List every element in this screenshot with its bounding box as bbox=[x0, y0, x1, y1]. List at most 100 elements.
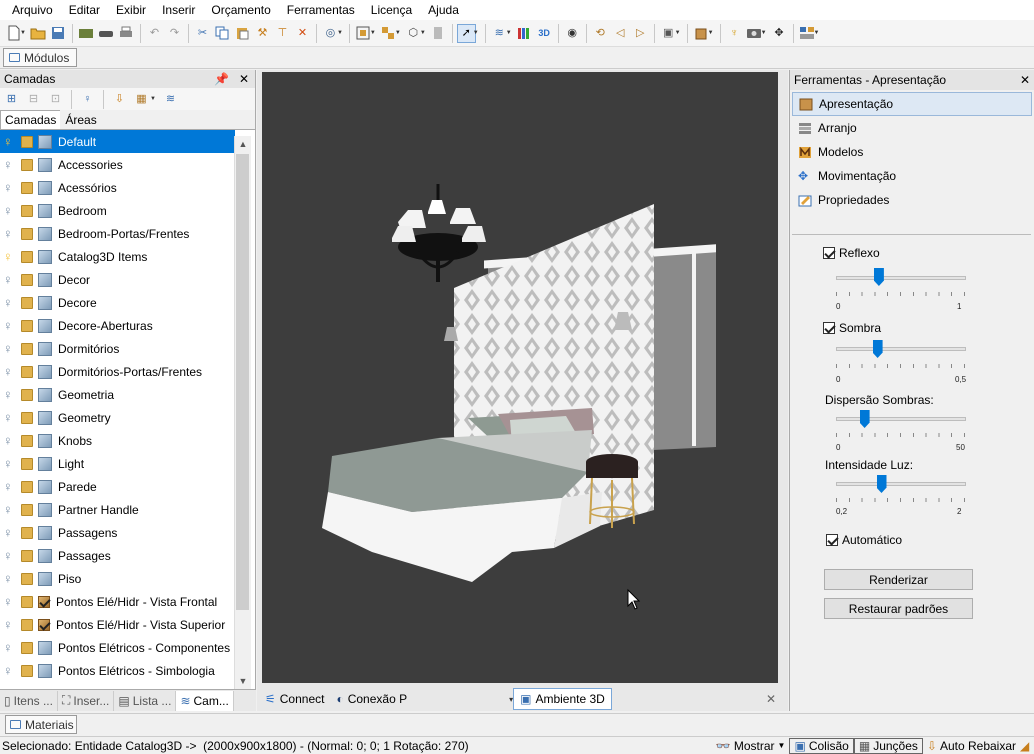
copy-icon[interactable] bbox=[213, 24, 232, 43]
restore-defaults-button[interactable]: Restaurar padrões bbox=[824, 598, 973, 619]
lock-icon[interactable] bbox=[21, 204, 33, 217]
colisao-toggle[interactable]: ▣ Colisão bbox=[789, 737, 854, 754]
lock-icon[interactable] bbox=[21, 572, 33, 585]
light-bulb-icon[interactable]: ♀ bbox=[3, 364, 16, 380]
lock-icon[interactable] bbox=[21, 641, 33, 654]
cut-icon[interactable]: ✂ bbox=[193, 24, 212, 43]
light-bulb-icon[interactable]: ♀ bbox=[3, 433, 16, 449]
tool-movimentacao[interactable]: ✥ Movimentação bbox=[792, 164, 1032, 188]
layer-row[interactable]: ♀ Knobs bbox=[0, 429, 235, 452]
lock-icon[interactable] bbox=[21, 480, 33, 493]
menu-orcamento[interactable]: Orçamento bbox=[203, 0, 278, 20]
redo-icon[interactable]: ↷ bbox=[165, 24, 184, 43]
reflexo-checkbox[interactable]: Reflexo bbox=[823, 246, 880, 260]
layer-row[interactable]: ♀ Piso bbox=[0, 567, 235, 590]
lock-icon[interactable] bbox=[21, 457, 33, 470]
lock-icon[interactable] bbox=[21, 664, 33, 677]
sort-down-icon[interactable]: ⇩ bbox=[110, 90, 129, 109]
layer-row[interactable]: ♀ Geometria bbox=[0, 383, 235, 406]
save-icon[interactable] bbox=[49, 24, 68, 43]
tab-inser[interactable]: ⛶ Inser... bbox=[58, 690, 115, 711]
menu-ferramentas[interactable]: Ferramentas bbox=[279, 0, 363, 20]
lock-icon[interactable] bbox=[21, 388, 33, 401]
hammer-icon[interactable]: ⚒ bbox=[253, 24, 272, 43]
layer-row[interactable]: ♀ Dormitórios-Portas/Frentes bbox=[0, 360, 235, 383]
light-bulb-icon[interactable]: ♀ bbox=[3, 410, 16, 426]
layer-row[interactable]: ♀ Dormitórios bbox=[0, 337, 235, 360]
scroll-down-icon[interactable]: ▼ bbox=[235, 673, 251, 689]
lock-icon[interactable] bbox=[21, 526, 33, 539]
sombra-checkbox[interactable]: Sombra bbox=[823, 321, 881, 335]
render-button[interactable]: Renderizar bbox=[824, 569, 973, 590]
tab-camadas[interactable]: Camadas bbox=[0, 110, 62, 129]
add-layer-icon[interactable]: ⊞ bbox=[2, 90, 21, 109]
layer-row[interactable]: ♀ Pontos Elé/Hidr - Vista Superior bbox=[0, 613, 235, 636]
layer-row[interactable]: ♀ Passages bbox=[0, 544, 235, 567]
viewport-3d[interactable] bbox=[262, 72, 778, 683]
car-icon[interactable] bbox=[97, 24, 116, 43]
bundle-icon[interactable] bbox=[77, 24, 96, 43]
undo-icon[interactable]: ↶ bbox=[145, 24, 164, 43]
lock-icon[interactable] bbox=[21, 411, 33, 424]
light-bulb-icon[interactable]: ♀ bbox=[3, 640, 16, 656]
layer-row[interactable]: ♀ Bedroom bbox=[0, 199, 235, 222]
light-bulb-icon[interactable]: ♀ bbox=[3, 387, 16, 403]
lock-icon[interactable] bbox=[21, 434, 33, 447]
light-bulb-icon[interactable]: ♀ bbox=[3, 272, 16, 288]
layer-row[interactable]: ♀ Parede bbox=[0, 475, 235, 498]
scroll-up-icon[interactable]: ▲ bbox=[235, 136, 251, 152]
print-icon[interactable] bbox=[117, 24, 136, 43]
tool-modelos[interactable]: Modelos bbox=[792, 140, 1032, 164]
menu-editar[interactable]: Editar bbox=[61, 0, 108, 20]
light-bulb-icon[interactable]: ♀ bbox=[3, 341, 16, 357]
light-bulb-icon[interactable]: ♀ bbox=[3, 594, 16, 610]
layers-settings-icon[interactable]: ≋ bbox=[161, 90, 180, 109]
arrow-right-icon[interactable]: ▷ bbox=[631, 24, 650, 43]
light-bulb-icon[interactable]: ♀ bbox=[3, 295, 16, 311]
layer-row[interactable]: ♀ Passagens bbox=[0, 521, 235, 544]
open-folder-icon[interactable] bbox=[29, 24, 48, 43]
lock-icon[interactable] bbox=[21, 158, 33, 171]
layer-row[interactable]: ♀ Catalog3D Items bbox=[0, 245, 235, 268]
remove-layer-icon[interactable]: ⊟ bbox=[24, 90, 43, 109]
auto-rebaixar-toggle[interactable]: ⇩ Auto Rebaixar bbox=[923, 738, 1020, 754]
light-bulb-icon[interactable]: ♀ bbox=[78, 90, 97, 109]
menu-ajuda[interactable]: Ajuda bbox=[420, 0, 467, 20]
automatico-checkbox[interactable]: Automático bbox=[826, 533, 902, 547]
cross-tool-icon[interactable]: ✕ bbox=[293, 24, 312, 43]
lock-icon[interactable] bbox=[21, 273, 33, 286]
close-icon[interactable]: ✕ bbox=[239, 72, 249, 86]
lock-icon[interactable] bbox=[21, 549, 33, 562]
paint-roller-icon[interactable]: ⊤ bbox=[273, 24, 292, 43]
paste-icon[interactable] bbox=[233, 24, 252, 43]
tab-lista[interactable]: ▤ Lista ... bbox=[114, 690, 177, 711]
layer-row[interactable]: ♀ Light bbox=[0, 452, 235, 475]
box-layer-icon[interactable]: ▦ bbox=[132, 90, 151, 109]
light-bulb-icon[interactable]: ♀ bbox=[3, 479, 16, 495]
lock-icon[interactable] bbox=[21, 595, 33, 608]
view-3d-icon[interactable]: 3D bbox=[535, 24, 554, 43]
lock-icon[interactable] bbox=[21, 503, 33, 516]
light-bulb-icon[interactable]: ♀ bbox=[3, 502, 16, 518]
light-bulb-icon[interactable]: ♀ bbox=[3, 617, 16, 633]
light-bulb-icon[interactable]: ♀ bbox=[3, 157, 16, 173]
layer-row[interactable]: ♀ Partner Handle bbox=[0, 498, 235, 521]
light-bulb-icon[interactable]: ♀ bbox=[3, 548, 16, 564]
tab-conexao[interactable]: ◐ Conexão P bbox=[330, 688, 413, 710]
light-bulb-icon[interactable]: ♀ bbox=[3, 249, 16, 265]
rotate-icon[interactable]: ⟲ bbox=[591, 24, 610, 43]
layer-row[interactable]: ♀ Decor bbox=[0, 268, 235, 291]
lock-icon[interactable] bbox=[21, 135, 33, 148]
mostrar-button[interactable]: 👓 Mostrar ▼ bbox=[712, 738, 790, 754]
layer-row[interactable]: ♀ Acessórios bbox=[0, 176, 235, 199]
light-bulb-icon[interactable]: ♀ bbox=[3, 571, 16, 587]
menu-arquivo[interactable]: Arquivo bbox=[4, 0, 61, 20]
lock-icon[interactable] bbox=[21, 250, 33, 263]
light-bulb-icon[interactable]: ♀ bbox=[3, 226, 16, 242]
layer-row[interactable]: ♀ Pontos Elétricos - Simbologia bbox=[0, 659, 235, 682]
lock-icon[interactable] bbox=[21, 365, 33, 378]
layer-row[interactable]: ♀ Bedroom-Portas/Frentes bbox=[0, 222, 235, 245]
books-icon[interactable] bbox=[515, 24, 534, 43]
layer-row[interactable]: ♀ Accessories bbox=[0, 153, 235, 176]
menu-inserir[interactable]: Inserir bbox=[154, 0, 203, 20]
